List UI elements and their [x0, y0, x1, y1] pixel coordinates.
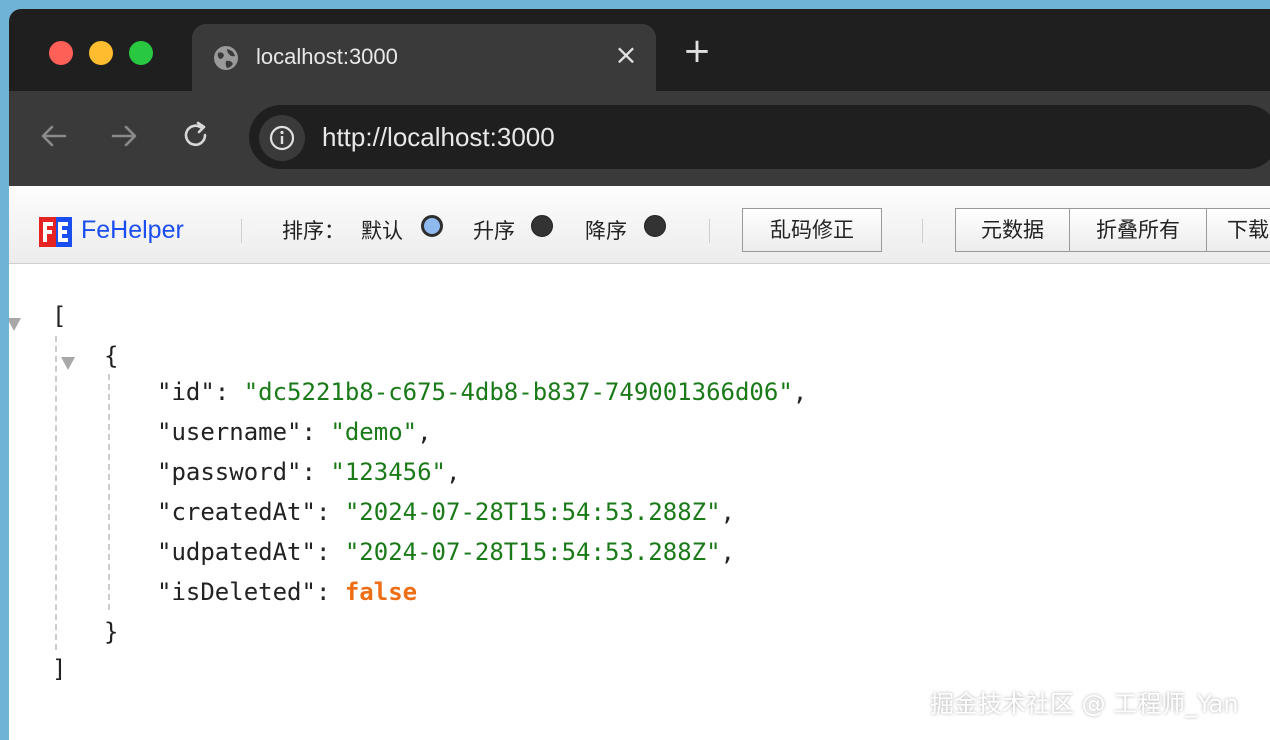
sort-label: 排序： [282, 219, 345, 243]
new-tab-button[interactable]: + [682, 31, 712, 71]
json-field-id: "id": "dc5221b8-c675-4db8-b837-749001366… [157, 378, 808, 406]
url-text: http://localhost:3000 [322, 122, 555, 152]
sort-desc-label: 降序 [585, 219, 627, 243]
json-viewer: [ { "id": "dc5221b8-c675-4db8-b837-74900… [9, 264, 1270, 740]
fehelper-logo-icon [39, 217, 72, 247]
array-close-bracket: ] [52, 655, 67, 683]
json-string-value: "2024-07-28T15:54:53.288Z" [344, 498, 721, 526]
json-boolean-value: false [344, 578, 418, 606]
sort-default-label: 默认 [361, 219, 403, 243]
object-indent-guide [108, 374, 110, 610]
object-close-brace: } [104, 618, 119, 646]
info-icon [269, 125, 295, 151]
sort-asc-radio[interactable] [531, 215, 553, 237]
json-key: "username" [157, 418, 302, 446]
download-button[interactable]: 下载 [1206, 208, 1270, 252]
json-key: "password" [157, 458, 302, 486]
json-string-value: "dc5221b8-c675-4db8-b837-749001366d06" [243, 378, 793, 406]
watermark: 掘金技术社区 @ 工程师_Yan [930, 690, 1239, 718]
json-comma: , [417, 418, 432, 446]
divider [241, 219, 242, 243]
close-window-button[interactable] [49, 41, 73, 65]
fehelper-toolbar: FeHelper 排序： 默认 升序 降序 乱码修正 元数据 折叠所有 下载 [9, 186, 1270, 264]
reload-icon[interactable] [179, 119, 213, 153]
metadata-button[interactable]: 元数据 [955, 208, 1070, 252]
close-tab-icon[interactable]: × [612, 38, 640, 72]
sort-default-radio[interactable] [421, 215, 443, 237]
globe-icon [214, 46, 238, 70]
address-bar[interactable]: http://localhost:3000 [249, 105, 1270, 169]
object-open-brace: { [104, 342, 119, 370]
back-arrow-icon[interactable] [37, 119, 71, 153]
json-comma: , [792, 378, 808, 406]
json-key: "udpatedAt" [157, 538, 316, 566]
json-key: "createdAt" [157, 498, 316, 526]
json-field-isDeleted: "isDeleted": false [157, 578, 418, 606]
sort-asc-label: 升序 [473, 219, 515, 243]
json-string-value: "demo" [330, 418, 418, 446]
collapse-object-toggle-icon[interactable] [61, 357, 75, 370]
array-indent-guide [55, 336, 57, 650]
collapse-all-button[interactable]: 折叠所有 [1069, 208, 1207, 252]
site-info-button[interactable] [259, 115, 305, 161]
forward-arrow-icon[interactable] [107, 119, 141, 153]
maximize-window-button[interactable] [129, 41, 153, 65]
json-string-value: "123456" [330, 458, 446, 486]
tab-bar: localhost:3000 × + [9, 9, 1270, 91]
json-field-password: "password": "123456", [157, 458, 461, 486]
json-key: "isDeleted" [157, 578, 316, 606]
json-string-value: "2024-07-28T15:54:53.288Z" [344, 538, 721, 566]
json-field-udpatedAt: "udpatedAt": "2024-07-28T15:54:53.288Z", [157, 538, 735, 566]
tab-title: localhost:3000 [256, 44, 398, 69]
json-comma: , [446, 458, 461, 486]
browser-toolbar: http://localhost:3000 [9, 91, 1270, 186]
array-open-bracket: [ [52, 302, 67, 330]
tab-localhost[interactable]: localhost:3000 × [192, 24, 656, 91]
json-key: "id" [157, 378, 215, 406]
divider [709, 219, 710, 243]
json-comma: , [720, 498, 735, 526]
divider [922, 219, 923, 243]
minimize-window-button[interactable] [89, 41, 113, 65]
fix-encoding-button[interactable]: 乱码修正 [742, 208, 882, 252]
json-field-username: "username": "demo", [157, 418, 432, 446]
sort-desc-radio[interactable] [644, 215, 666, 237]
collapse-array-toggle-icon[interactable] [9, 318, 21, 331]
json-field-createdAt: "createdAt": "2024-07-28T15:54:53.288Z", [157, 498, 735, 526]
browser-window: localhost:3000 × + http://localhost:3000 [9, 9, 1270, 740]
json-comma: , [720, 538, 735, 566]
fehelper-brand: FeHelper [81, 216, 184, 244]
